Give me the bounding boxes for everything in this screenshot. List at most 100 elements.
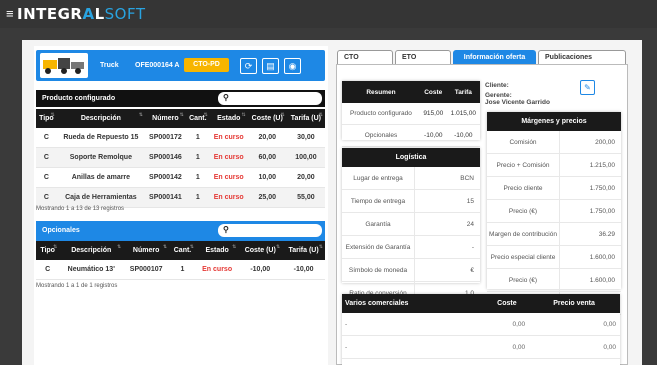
table-row: Tiempo de entrega 15 [342,189,480,213]
column-header[interactable]: Tipo ⇅ [36,241,60,260]
table-row: Precio (€) 1.750,00 [487,199,621,223]
search-icon: ⚲ [223,225,229,234]
row-value: 200,00 [559,131,621,154]
tab-informacion-oferta[interactable]: Información oferta [453,50,536,64]
row-value: 24 [414,212,480,236]
table-cell: 100,00 [286,147,325,168]
table-row: Opcionales -10,00 -10,00 [342,124,480,147]
cliente-label: Cliente: [485,82,509,89]
sort-icon: ⇅ [179,112,184,118]
table-cell: 55,00 [286,187,325,208]
column-header[interactable]: Estado ⇅ [195,241,239,260]
table-cell: En curso [209,128,248,148]
table-cell: SP000146 [144,147,186,168]
sort-icon: ⇅ [138,112,143,118]
column-header: Coste [497,300,517,307]
document-icon[interactable]: ▤ [262,58,279,74]
producto-footer: Mostrando 1 a 13 de 13 registros [36,206,125,212]
table-cell: C [36,167,57,188]
sort-icon: ⇅ [117,244,122,250]
table-row[interactable]: C Neumático 13' SP000107 1 En curso -10,00 -10… [36,260,325,280]
column-header[interactable]: Cant. ⇅ [185,109,210,128]
column-header[interactable]: Número ⇅ [123,241,170,260]
table-cell: 10,00 [247,167,287,188]
table-cell: - [342,335,486,359]
table-cell: -10,00 [446,124,480,147]
producto-table: Tipo ⇅ Descripción ⇅ Número ⇅ Cant. ⇅ Estado ⇅ Cos… [36,109,325,208]
eye-icon[interactable]: ◉ [284,58,301,74]
table-row: Precio especial cliente 1.600,00 [487,245,621,269]
table-cell: - [342,313,486,336]
table-cell: 60,00 [247,147,287,168]
varios-table: Varios comerciales Coste Precio venta -0,0… [342,294,620,359]
column-header[interactable]: Descripción ⇅ [56,109,145,128]
table-cell: 1.015,00 [446,103,480,125]
row-label: Margen de contribución [487,222,560,246]
opcionales-header: Opcionales ⚲ [36,221,325,241]
producto-search-input[interactable]: ⚲ [218,92,322,105]
row-value: 1.600,00 [559,245,621,269]
column-header[interactable]: Descripción ⇅ [59,241,124,260]
opcionales-search-input[interactable]: ⚲ [218,224,322,237]
table-cell: C [36,260,60,280]
table-cell: SP000172 [144,128,186,148]
hamburger-menu-icon[interactable]: ≡ [6,7,14,20]
column-header: Coste [419,81,447,103]
table-cell: 0,00 [485,335,530,359]
opcionales-table: Tipo ⇅ Descripción ⇅ Número ⇅ Cant. ⇅ Estado ⇅ Cos… [36,241,325,280]
table-row[interactable]: C Rueda de Repuesto 15 SP000172 1 En curso 20… [36,128,325,148]
table-cell: En curso [195,260,239,280]
column-header[interactable]: Coste (U) ⇅ [247,109,287,128]
row-label: Tiempo de entrega [342,189,415,213]
table-row: Extensión de Garantía - [342,235,480,259]
column-header[interactable]: Tarifa (U) ⇅ [286,109,325,128]
sort-icon: ⇅ [232,244,237,250]
column-header[interactable]: Tarifa (U) ⇅ [282,241,325,260]
column-header[interactable]: Estado ⇅ [209,109,248,128]
table-cell: Neumático 13' [59,260,124,280]
table-row: Precio (€) 1.600,00 [487,268,621,292]
table-cell: SP000107 [123,260,170,280]
table-cell: -10,00 [419,124,447,147]
table-row: Precio + Comisión 1.215,00 [487,153,621,177]
tab-eto[interactable]: ETO [395,50,451,64]
vehicle-header: Truck OFE000164 A CTO-PD ⟳ ▤ ◉ [36,50,325,81]
row-value: 1.600,00 [559,268,621,292]
status-button[interactable]: CTO-PD [184,58,229,72]
table-row[interactable]: C Caja de Herramientas SP000141 1 En curso 25… [36,187,325,208]
row-label: Comisión [487,131,560,154]
row-label: Precio (€) [487,199,560,223]
row-label: Precio + Comisión [487,153,560,177]
column-header[interactable]: Cant. ⇅ [169,241,196,260]
edit-icon[interactable]: ✎ [580,80,595,95]
refresh-icon[interactable]: ⟳ [240,58,257,74]
tab-publicaciones[interactable]: Publicaciones [538,50,626,64]
sort-icon: ⇅ [53,244,58,250]
column-header[interactable]: Número ⇅ [144,109,186,128]
row-label: Símbolo de moneda [342,258,415,282]
table-cell: 1 [185,167,210,188]
table-cell: Opcionales [342,124,420,147]
column-header[interactable]: Tipo ⇅ [36,109,57,128]
sort-icon: ⇅ [162,244,168,250]
column-header: Precio venta [553,300,595,307]
row-label: Precio especial cliente [487,245,560,269]
row-label: Extensión de Garantía [342,235,415,259]
opcionales-title: Opcionales [42,227,80,234]
table-row: Margen de contribución 36.29 [487,222,621,246]
table-cell: 20,00 [286,167,325,188]
tab-cto[interactable]: CTO [337,50,393,64]
column-header[interactable]: Coste (U) ⇅ [238,241,283,260]
table-row: Precio cliente 1.750,00 [487,176,621,200]
table-row[interactable]: C Soporte Remolque SP000146 1 En curso 60,00 1… [36,147,325,168]
table-row: -0,00 0,00 [342,313,620,336]
table-cell: 1 [185,128,210,148]
table-cell: En curso [209,167,248,188]
row-value: - [414,235,480,259]
margenes-box: Márgenes y precios Comisión 200,00 Precio … [487,112,621,315]
row-value: 36.29 [559,222,621,246]
row-value: BCN [414,167,480,190]
row-label: Precio (€) [487,268,560,292]
top-bar: ≡ INTEGRALSOFT [0,0,657,28]
table-row[interactable]: C Anillas de amarre SP000142 1 En curso 10,00… [36,167,325,188]
